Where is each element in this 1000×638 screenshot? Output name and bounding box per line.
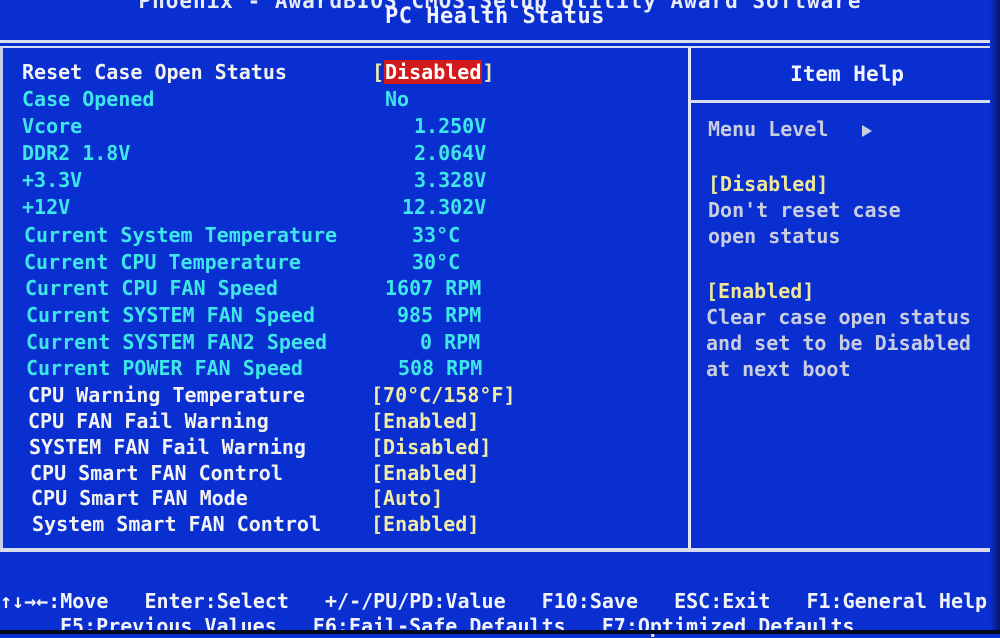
- readout-label: +12V: [22, 195, 71, 219]
- key-hint-value: +/-/PU/PD:Value: [325, 589, 506, 613]
- readout-value: 985 RPM: [397, 303, 482, 327]
- menu-level: Menu Level: [708, 116, 873, 142]
- help-title-divider: [690, 100, 1000, 103]
- key-label: F10: [541, 589, 578, 613]
- key-label: F6: [312, 614, 337, 638]
- key-action: :Save: [577, 589, 639, 613]
- setting-label: CPU Smart FAN Mode: [31, 486, 248, 510]
- help-line: at next boot: [706, 357, 851, 381]
- key-hint-select: Enter:Select: [144, 589, 289, 613]
- readout-value: 33°C: [412, 223, 461, 247]
- readout-value: No: [385, 87, 410, 111]
- readout-value: 30°C: [412, 250, 461, 274]
- panel-divider: [688, 47, 691, 549]
- readout-value: 1.250V: [414, 114, 487, 138]
- help-line: Clear case open status: [706, 305, 971, 329]
- help-line: open status: [708, 224, 841, 248]
- help-option-label: [Disabled]: [708, 172, 829, 196]
- page-title: PC Health Status: [385, 4, 605, 29]
- key-action: :Value: [433, 589, 506, 613]
- key-action: :Move: [48, 589, 109, 613]
- setting-value[interactable]: [Auto]: [371, 485, 443, 511]
- key-hint-general-help: F1:General Help: [806, 589, 987, 613]
- key-hint-move: ↑↓→←:Move: [0, 589, 108, 613]
- readout-value: 2.064V: [414, 141, 487, 165]
- menu-level-label: Menu Level: [708, 117, 829, 141]
- help-option-label: [Enabled]: [706, 279, 815, 303]
- key-hint-exit: ESC:Exit: [674, 589, 770, 613]
- setting-label: Reset Case Open Status: [22, 60, 287, 84]
- readout-label: Current CPU Temperature: [24, 250, 301, 274]
- setting-value[interactable]: [Enabled]: [371, 511, 479, 537]
- footer-keys-row2: F5:Previous Values F6:Fail-Safe Defaults…: [60, 614, 879, 638]
- key-label: F5: [60, 614, 85, 638]
- readout-label: DDR2 1.8V: [22, 141, 131, 165]
- setting-value[interactable]: [Enabled]: [371, 460, 479, 486]
- key-action: :General Help: [830, 589, 988, 613]
- readout-label: +3.3V: [22, 168, 83, 192]
- setting-value[interactable]: [70°C/158°F]: [371, 382, 516, 408]
- item-help-title: Item Help: [790, 62, 904, 86]
- readout-value: 0 RPM: [420, 330, 481, 354]
- help-line: and set to be Disabled: [706, 331, 971, 355]
- frame-bottom-border: [0, 548, 1000, 552]
- readout-label: Vcore: [22, 114, 83, 138]
- readout-value: 3.328V: [414, 168, 487, 192]
- footer-keys-row1: ↑↓→←:Move Enter:Select +/-/PU/PD:Value F…: [0, 589, 987, 613]
- key-hint-save: F10:Save: [542, 589, 638, 613]
- readout-label: Current SYSTEM FAN2 Speed: [26, 330, 328, 354]
- help-section-disabled: [Disabled] Don't reset case open status: [708, 171, 901, 249]
- key-action: :Fail-Safe Defaults: [336, 614, 566, 638]
- setting-label: CPU FAN Fail Warning: [28, 409, 269, 433]
- setting-label: CPU Warning Temperature: [28, 383, 305, 407]
- screen-edge-shadow: [990, 0, 1000, 634]
- selected-value-highlight[interactable]: Disabled: [384, 60, 483, 84]
- setting-value[interactable]: [Disabled]: [371, 434, 491, 460]
- key-label: ↑↓→←: [0, 589, 49, 613]
- readout-value: 508 RPM: [398, 356, 483, 380]
- setting-label: CPU Smart FAN Control: [30, 461, 283, 485]
- key-label: Enter: [144, 589, 205, 613]
- key-label: +/-/PU/PD: [325, 589, 434, 613]
- screen-bottom-bezel: [0, 630, 1000, 634]
- help-line: Don't reset case: [708, 198, 901, 222]
- setting-value[interactable]: [Enabled]: [371, 408, 479, 434]
- readout-label: Case Opened: [22, 87, 155, 111]
- key-hint-previous-values: F5:Previous Values: [60, 614, 277, 638]
- readout-value: 1607 RPM: [385, 276, 482, 300]
- setting-value[interactable]: [Disabled]: [372, 59, 494, 85]
- readout-label: Current System Temperature: [24, 223, 338, 247]
- frame-top-border: [0, 40, 1000, 43]
- key-label: F7: [601, 614, 626, 638]
- key-action: :Select: [204, 589, 289, 613]
- readout-label: Current SYSTEM FAN Speed: [26, 303, 315, 327]
- settings-list: Reset Case Open Status [Disabled] Case O…: [0, 48, 688, 548]
- key-action: :Exit: [710, 589, 771, 613]
- key-action: :Previous Values: [84, 614, 277, 638]
- readout-label: Current CPU FAN Speed: [25, 276, 278, 300]
- key-hint-fail-safe-defaults: F6:Fail-Safe Defaults: [313, 614, 566, 638]
- key-label: ESC: [674, 589, 711, 613]
- help-section-enabled: [Enabled] Clear case open status and set…: [706, 278, 971, 382]
- setting-label: SYSTEM FAN Fail Warning: [29, 435, 306, 459]
- setting-label: System Smart FAN Control: [32, 512, 321, 536]
- readout-value: 12.302V: [402, 195, 487, 219]
- key-action: :Optimized Defaults: [625, 614, 855, 638]
- triangle-right-icon: [862, 124, 873, 137]
- key-label: F1: [806, 589, 831, 613]
- readout-label: Current POWER FAN Speed: [26, 356, 303, 380]
- key-hint-optimized-defaults: F7:Optimized Defaults: [602, 614, 855, 638]
